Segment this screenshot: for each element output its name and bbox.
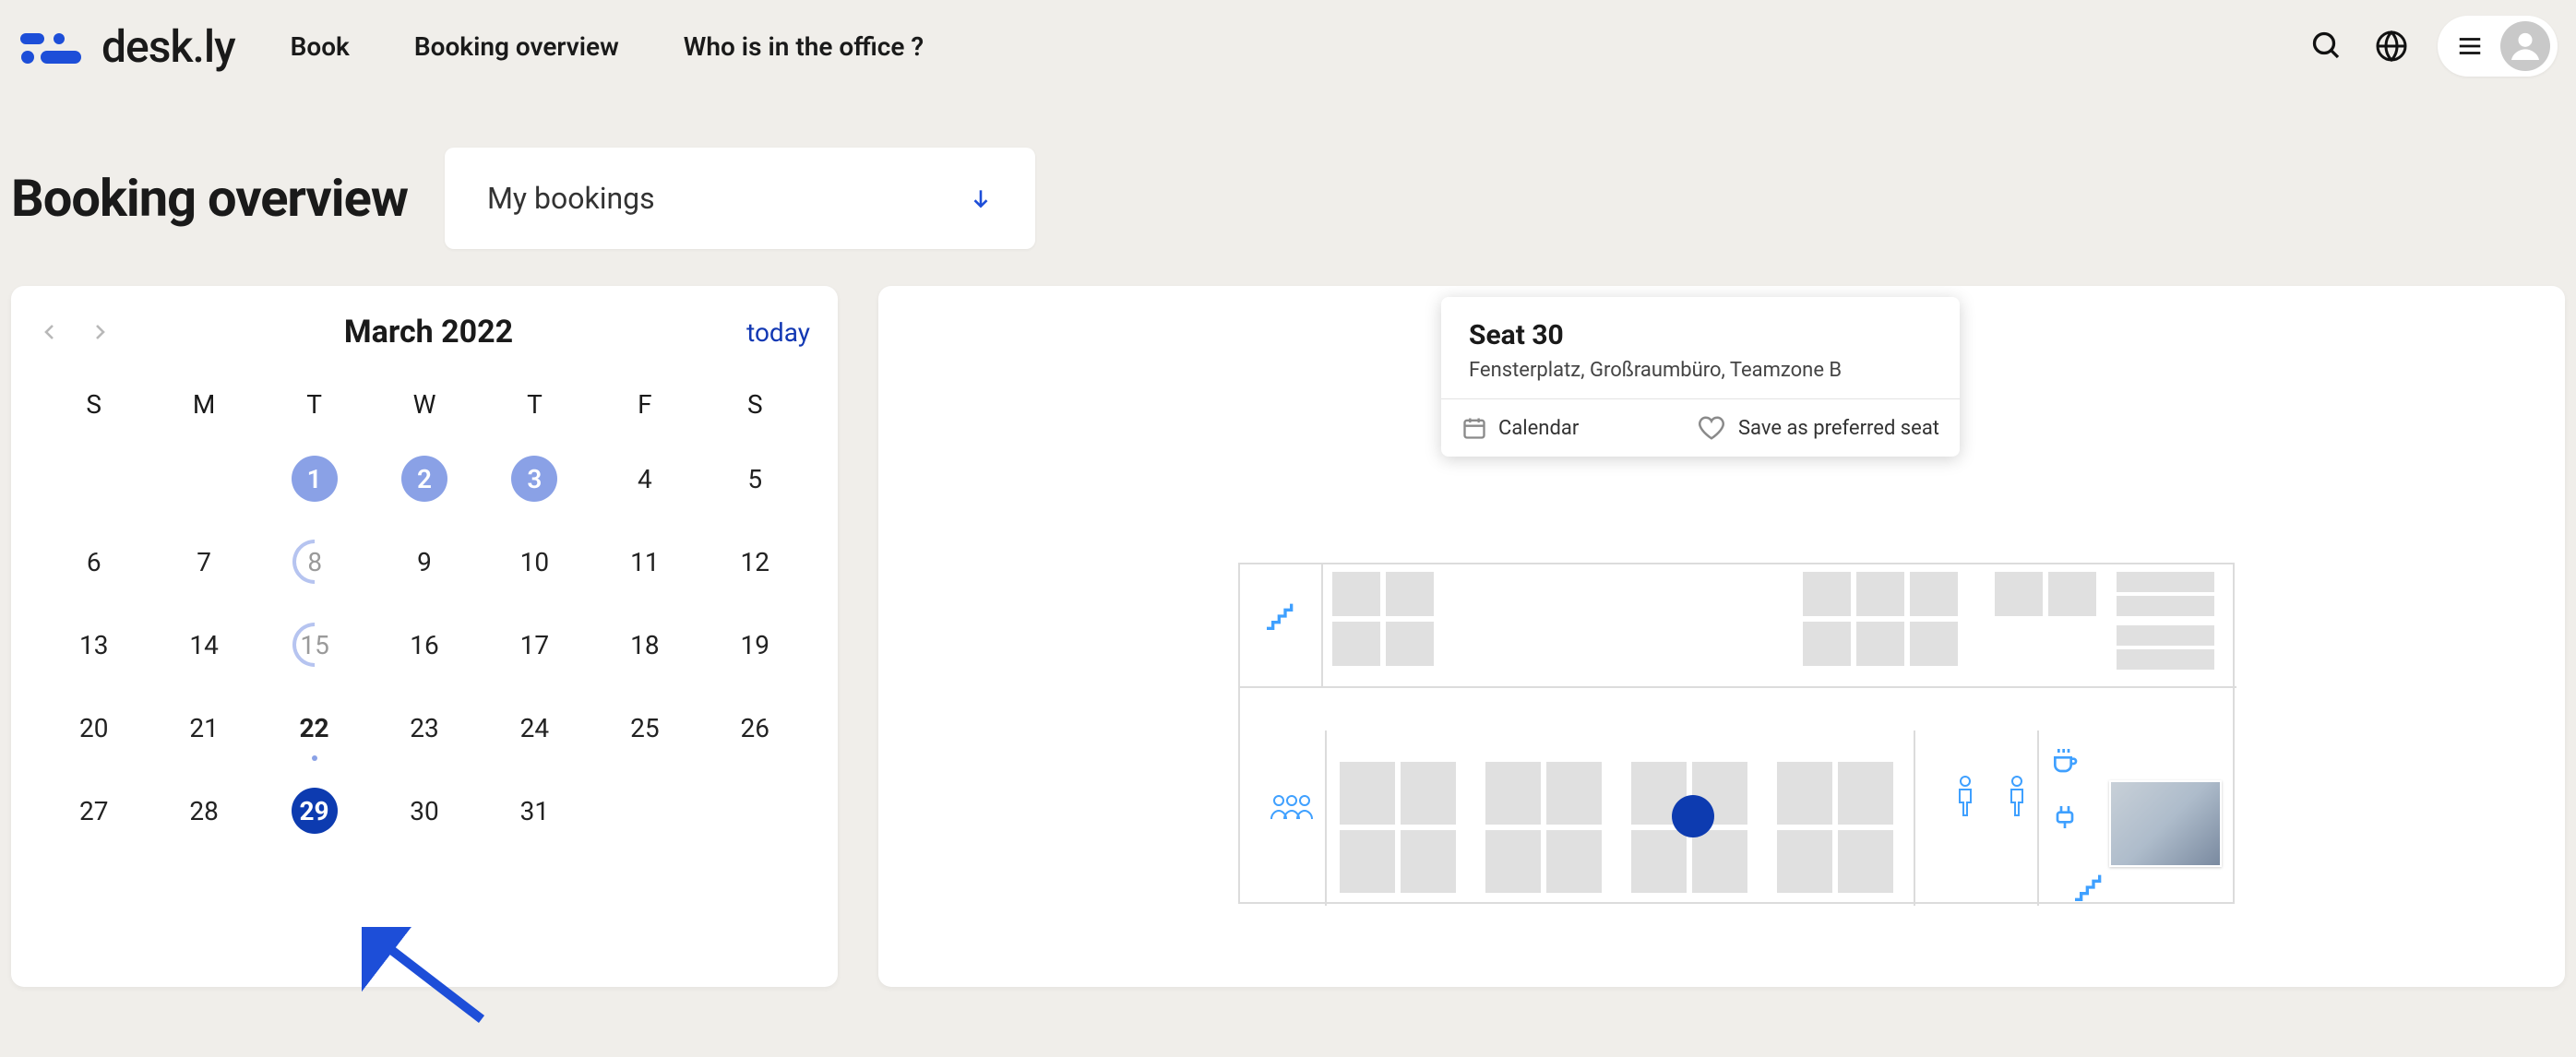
calendar-day[interactable]: 17 (480, 621, 590, 669)
nav-book[interactable]: Book (291, 31, 350, 62)
globe-icon (2375, 30, 2408, 63)
calendar-day[interactable]: 28 (149, 787, 258, 835)
arrow-down-icon (969, 186, 993, 210)
calendar-dow: S (39, 389, 149, 420)
nav-overview[interactable]: Booking overview (414, 31, 619, 62)
plug-icon (2050, 802, 2080, 832)
logo-icon (18, 28, 90, 65)
stairs-icon (2070, 869, 2107, 906)
calendar-day[interactable]: 23 (369, 704, 479, 752)
calendar-header: March 2022 today (39, 314, 810, 350)
calendar-day[interactable]: 30 (369, 787, 479, 835)
calendar-day[interactable]: 16 (369, 621, 479, 669)
popover-title: Seat 30 (1469, 319, 1932, 351)
calendar-day (149, 455, 258, 503)
calendar-day[interactable]: 27 (39, 787, 149, 835)
calendar-day (39, 455, 149, 503)
content: March 2022 today SMTWTFS1234567891011121… (0, 286, 2576, 987)
calendar-day[interactable]: 10 (480, 538, 590, 586)
seat-popover: Seat 30 Fensterplatz, Großraumbüro, Team… (1441, 297, 1960, 457)
popover-calendar-label: Calendar (1498, 417, 1579, 440)
next-month-button[interactable] (89, 321, 111, 343)
popover-save-label: Save as preferred seat (1738, 417, 1939, 440)
calendar-dow: W (369, 389, 479, 420)
calendar-day[interactable]: 29 (259, 787, 369, 835)
today-button[interactable]: today (746, 317, 810, 348)
header: desk.ly Book Booking overview Who is in … (0, 0, 2576, 92)
page-title: Booking overview (11, 168, 408, 229)
calendar-day[interactable]: 4 (590, 455, 699, 503)
calendar-day[interactable]: 7 (149, 538, 258, 586)
selected-seat-marker[interactable] (1672, 795, 1714, 837)
calendar-day[interactable]: 2 (369, 455, 479, 503)
language-button[interactable] (2373, 28, 2410, 65)
calendar-day[interactable]: 15 (259, 621, 369, 669)
calendar-day (700, 787, 810, 835)
popover-subtitle: Fensterplatz, Großraumbüro, Teamzone B (1469, 359, 1932, 382)
floorplan[interactable] (1238, 563, 2235, 904)
calendar-day[interactable]: 12 (700, 538, 810, 586)
calendar-grid: SMTWTFS123456789101112131415161718192021… (39, 389, 810, 835)
dropdown-label: My bookings (487, 181, 655, 216)
room-thumbnail[interactable] (2109, 780, 2222, 867)
calendar-dow: S (700, 389, 810, 420)
calendar-dow: M (149, 389, 258, 420)
calendar-day[interactable]: 24 (480, 704, 590, 752)
heart-icon (1698, 414, 1725, 442)
person-icon (1954, 775, 1976, 817)
profile-menu[interactable] (2438, 16, 2558, 77)
calendar-dow: T (480, 389, 590, 420)
calendar-day[interactable]: 26 (700, 704, 810, 752)
logo[interactable]: desk.ly (18, 20, 235, 73)
calendar-day[interactable]: 20 (39, 704, 149, 752)
popover-save-action[interactable]: Save as preferred seat (1698, 414, 1939, 442)
title-row: Booking overview My bookings (0, 92, 2576, 286)
coffee-icon (2050, 745, 2080, 775)
calendar-day[interactable]: 22 (259, 704, 369, 752)
main-nav: Book Booking overview Who is in the offi… (291, 31, 924, 62)
bookings-filter-dropdown[interactable]: My bookings (445, 148, 1035, 249)
stairs-icon (1262, 598, 1299, 635)
floorplan-card: Seat 30 Fensterplatz, Großraumbüro, Team… (878, 286, 2565, 987)
calendar-day[interactable]: 31 (480, 787, 590, 835)
search-icon (2310, 30, 2343, 63)
calendar-month-label: March 2022 (111, 314, 746, 350)
calendar-dow: F (590, 389, 699, 420)
prev-month-button[interactable] (39, 321, 61, 343)
person-icon (2507, 28, 2544, 65)
calendar-day[interactable]: 6 (39, 538, 149, 586)
hamburger-icon (2456, 32, 2484, 60)
calendar-day[interactable]: 9 (369, 538, 479, 586)
header-right (2308, 16, 2558, 77)
calendar-day[interactable]: 21 (149, 704, 258, 752)
calendar-dow: T (259, 389, 369, 420)
calendar-day (590, 787, 699, 835)
search-button[interactable] (2308, 28, 2345, 65)
nav-who[interactable]: Who is in the office ? (684, 31, 924, 62)
person-icon (2006, 775, 2028, 817)
people-icon (1268, 791, 1316, 823)
calendar-day[interactable]: 13 (39, 621, 149, 669)
logo-text: desk.ly (101, 20, 235, 73)
calendar-day[interactable]: 8 (259, 538, 369, 586)
calendar-day[interactable]: 5 (700, 455, 810, 503)
calendar-day[interactable]: 19 (700, 621, 810, 669)
calendar-day[interactable]: 14 (149, 621, 258, 669)
calendar-day[interactable]: 18 (590, 621, 699, 669)
calendar-icon (1461, 415, 1487, 441)
calendar-day[interactable]: 3 (480, 455, 590, 503)
calendar-day[interactable]: 25 (590, 704, 699, 752)
cursor-arrow-annotation (362, 927, 491, 1028)
calendar-day[interactable]: 11 (590, 538, 699, 586)
popover-calendar-action[interactable]: Calendar (1461, 415, 1579, 441)
calendar-day[interactable]: 1 (259, 455, 369, 503)
calendar-card: March 2022 today SMTWTFS1234567891011121… (11, 286, 838, 987)
avatar (2500, 21, 2550, 71)
